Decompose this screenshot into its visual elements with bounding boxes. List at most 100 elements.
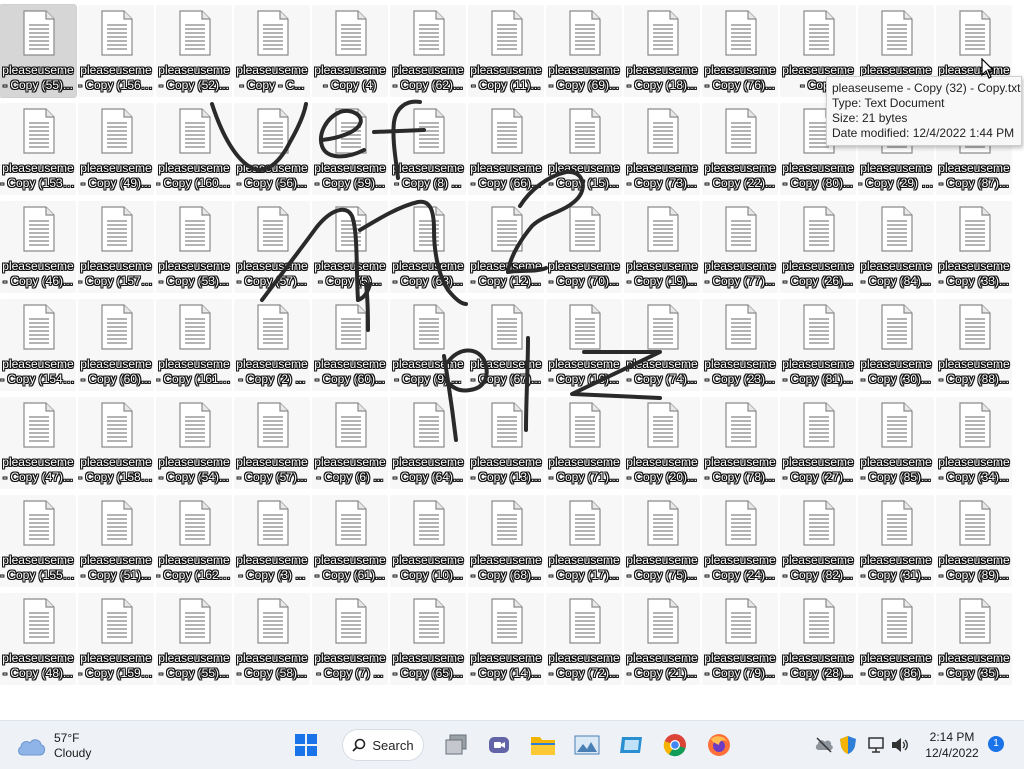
desktop-file-icon[interactable]: pleaseuseme - Copy (52)...: [156, 5, 232, 97]
desktop-file-icon[interactable]: pleaseuseme - Copy (61)...: [312, 495, 388, 587]
desktop-file-icon[interactable]: pleaseuseme - Copy (9) ...: [390, 299, 466, 391]
desktop-file-icon[interactable]: pleaseuseme - Copy (57)...: [234, 201, 310, 293]
desktop-file-icon[interactable]: pleaseuseme - Copy (78)...: [702, 397, 778, 489]
desktop-file-icon[interactable]: pleaseuseme - Copy (4): [312, 5, 388, 97]
desktop-file-icon[interactable]: pleaseuseme - Copy (73)...: [624, 103, 700, 195]
desktop-file-icon[interactable]: pleaseuseme - Copy (160)...: [156, 103, 232, 195]
desktop-file-icon[interactable]: pleaseuseme - Copy (34)...: [936, 397, 1012, 489]
desktop-file-icon[interactable]: pleaseuseme - Copy (6) ...: [312, 397, 388, 489]
desktop-file-icon[interactable]: pleaseuseme - Copy (11)...: [468, 5, 544, 97]
desktop-file-icon[interactable]: pleaseuseme - Copy (158)...: [78, 397, 154, 489]
desktop-file-icon[interactable]: pleaseuseme - Copy (66)...: [468, 103, 544, 195]
taskbar-search-button[interactable]: Search: [342, 729, 424, 761]
desktop-file-icon[interactable]: pleaseuseme - Copy (68)...: [468, 495, 544, 587]
desktop-file-icon[interactable]: pleaseuseme - Copy (88)...: [936, 299, 1012, 391]
desktop-file-icon[interactable]: pleaseuseme - Copy (58)...: [234, 593, 310, 685]
desktop-file-icon[interactable]: pleaseuseme - Copy (154)...: [0, 299, 76, 391]
cloud-offline-icon[interactable]: [814, 735, 834, 755]
desktop-file-icon[interactable]: pleaseuseme - Copy (67)...: [468, 299, 544, 391]
desktop-file-icon[interactable]: pleaseuseme - Copy (55)...: [156, 593, 232, 685]
desktop-file-icon[interactable]: pleaseuseme - Copy (62)...: [390, 5, 466, 97]
desktop-file-icon[interactable]: pleaseuseme - Copy (24)...: [702, 495, 778, 587]
desktop-file-icon[interactable]: pleaseuseme - Copy (71)...: [546, 397, 622, 489]
desktop-file-icon[interactable]: pleaseuseme - Copy (60)...: [78, 299, 154, 391]
desktop-file-icon[interactable]: pleaseuseme - Copy (54)...: [156, 397, 232, 489]
desktop-file-icon[interactable]: pleaseuseme - Copy (82)...: [780, 495, 856, 587]
desktop-file-icon[interactable]: pleaseuseme - Copy (12)...: [468, 201, 544, 293]
desktop-file-icon[interactable]: pleaseuseme - Copy (8) ...: [390, 103, 466, 195]
desktop-file-icon[interactable]: pleaseuseme - Copy (30)...: [858, 299, 934, 391]
desktop-file-icon[interactable]: pleaseuseme - Copy (3) ...: [234, 495, 310, 587]
desktop-file-icon[interactable]: pleaseuseme - Copy (48)...: [0, 593, 76, 685]
desktop-file-icon[interactable]: pleaseuseme - Copy (60)...: [312, 299, 388, 391]
file-explorer-button[interactable]: [527, 729, 559, 761]
teams-chat-button[interactable]: [483, 729, 515, 761]
start-button[interactable]: [290, 729, 322, 761]
desktop-file-icon[interactable]: pleaseuseme - Copy (74)...: [624, 299, 700, 391]
desktop-file-icon[interactable]: pleaseuseme - Copy - C...: [234, 5, 310, 97]
desktop-file-icon[interactable]: pleaseuseme - Copy (75)...: [624, 495, 700, 587]
desktop-file-icon[interactable]: pleaseuseme - Copy (81)...: [780, 299, 856, 391]
desktop-file-icon[interactable]: pleaseuseme - Copy (85)...: [858, 397, 934, 489]
desktop-file-icon[interactable]: pleaseuseme - Copy (156)...: [78, 5, 154, 97]
desktop-file-icon[interactable]: pleaseuseme - Copy (84)...: [858, 201, 934, 293]
desktop-file-icon[interactable]: pleaseuseme - Copy (21)...: [624, 593, 700, 685]
desktop-file-icon[interactable]: pleaseuseme - Copy (15)...: [546, 103, 622, 195]
desktop-file-icon[interactable]: pleaseuseme - Copy (19)...: [624, 201, 700, 293]
desktop-file-icon[interactable]: pleaseuseme - Copy (161)...: [156, 299, 232, 391]
desktop-file-icon[interactable]: pleaseuseme - Copy (159)...: [78, 593, 154, 685]
desktop-file-icon[interactable]: pleaseuseme - Copy (23)...: [702, 299, 778, 391]
desktop-file-icon[interactable]: pleaseuseme - Copy (26)...: [780, 201, 856, 293]
desktop-file-icon[interactable]: pleaseuseme - Copy (56)...: [234, 103, 310, 195]
desktop-file-icon[interactable]: pleaseuseme - Copy (59)...: [312, 103, 388, 195]
desktop-file-icon[interactable]: pleaseuseme - Copy (53)...: [156, 201, 232, 293]
desktop-file-icon[interactable]: pleaseuseme - Copy (16)...: [546, 299, 622, 391]
chrome-button[interactable]: [659, 729, 691, 761]
clock[interactable]: 2:14 PM 12/4/2022: [920, 729, 984, 761]
desktop-file-icon[interactable]: pleaseuseme - Copy (18)...: [624, 5, 700, 97]
network-icon[interactable]: [866, 735, 886, 755]
security-shield-icon[interactable]: [838, 735, 858, 755]
desktop-file-icon[interactable]: pleaseuseme - Copy (63)...: [390, 201, 466, 293]
desktop-file-icon[interactable]: pleaseuseme - Copy (20)...: [624, 397, 700, 489]
desktop-file-icon[interactable]: pleaseuseme - Copy (72)...: [546, 593, 622, 685]
desktop-file-icon[interactable]: pleaseuseme - Copy (89)...: [936, 495, 1012, 587]
weather-widget[interactable]: 57°F Cloudy: [16, 730, 91, 762]
desktop-file-icon[interactable]: pleaseuseme - Copy (17)...: [546, 495, 622, 587]
desktop-file-icon[interactable]: pleaseuseme - Copy (28)...: [780, 593, 856, 685]
desktop-file-icon[interactable]: pleaseuseme - Copy (33)...: [936, 201, 1012, 293]
desktop-file-icon[interactable]: pleaseuseme - Copy (65)...: [390, 593, 466, 685]
desktop-file-icon[interactable]: pleaseuseme - Copy (155)...: [0, 495, 76, 587]
desktop-file-icon[interactable]: pleaseuseme - Copy (5)...: [312, 201, 388, 293]
desktop-file-icon[interactable]: pleaseuseme - Copy (153)...: [0, 103, 76, 195]
desktop-file-icon[interactable]: pleaseuseme - Copy (35)...: [936, 593, 1012, 685]
desktop-file-icon[interactable]: pleaseuseme - Copy (55)...: [0, 4, 77, 98]
desktop-file-icon[interactable]: pleaseuseme - Copy (10)...: [390, 495, 466, 587]
desktop-file-icon[interactable]: pleaseuseme - Copy (86)...: [858, 593, 934, 685]
tablet-app-button[interactable]: [615, 729, 647, 761]
desktop-file-icon[interactable]: pleaseuseme - Copy (49)...: [78, 103, 154, 195]
desktop-file-icon[interactable]: pleaseuseme - Copy (79)...: [702, 593, 778, 685]
desktop-file-icon[interactable]: pleaseuseme - Copy (64)...: [390, 397, 466, 489]
desktop-file-icon[interactable]: pleaseuseme - Copy (31)...: [858, 495, 934, 587]
desktop-file-icon[interactable]: pleaseuseme - Copy (157)...: [78, 201, 154, 293]
desktop-file-icon[interactable]: pleaseuseme - Copy (14)...: [468, 593, 544, 685]
firefox-button[interactable]: [703, 729, 735, 761]
desktop-file-icon[interactable]: pleaseuseme - Copy (13)...: [468, 397, 544, 489]
desktop-file-icon[interactable]: pleaseuseme - Copy (7) ...: [312, 593, 388, 685]
desktop-file-icon[interactable]: pleaseuseme - Copy (2) ...: [234, 299, 310, 391]
desktop-file-icon[interactable]: pleaseuseme - Copy (69)...: [546, 5, 622, 97]
desktop-file-icon[interactable]: pleaseuseme - Copy (70)...: [546, 201, 622, 293]
desktop-file-icon[interactable]: pleaseuseme - Copy (22)...: [702, 103, 778, 195]
desktop-file-icon[interactable]: pleaseuseme - Copy (27)...: [780, 397, 856, 489]
desktop-file-icon[interactable]: pleaseuseme - Copy (57)...: [234, 397, 310, 489]
desktop-file-icon[interactable]: pleaseuseme - Copy (47)...: [0, 397, 76, 489]
desktop-file-icon[interactable]: pleaseuseme - Copy (77)...: [702, 201, 778, 293]
volume-icon[interactable]: [890, 735, 910, 755]
desktop-file-icon[interactable]: pleaseuseme - Copy (76)...: [702, 5, 778, 97]
photos-button[interactable]: [571, 729, 603, 761]
desktop-file-icon[interactable]: pleaseuseme - Copy (162)...: [156, 495, 232, 587]
desktop-file-icon[interactable]: pleaseuseme - Copy (51)...: [78, 495, 154, 587]
task-view-button[interactable]: [440, 729, 472, 761]
notification-badge[interactable]: 1: [988, 736, 1004, 752]
